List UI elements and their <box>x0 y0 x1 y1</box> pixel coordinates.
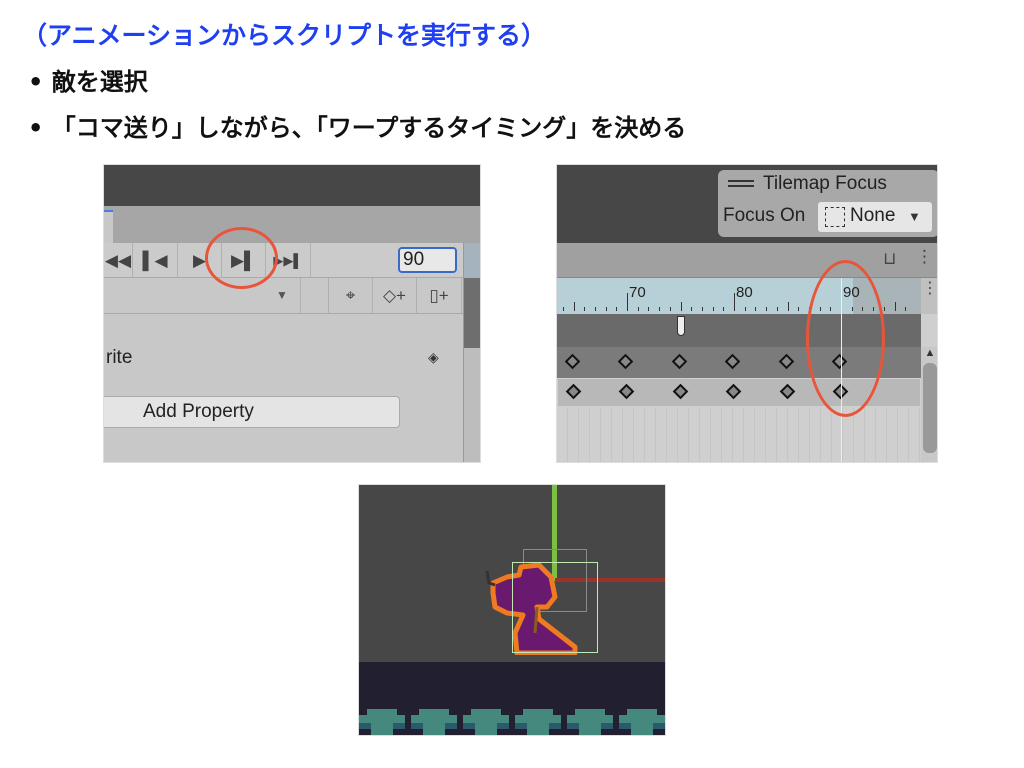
ruler-tick <box>627 293 628 311</box>
keyframe-diamond[interactable] <box>671 353 687 370</box>
ruler-tick <box>723 307 725 311</box>
focus-on-value: None <box>850 205 896 226</box>
crosshair-icon: ⌖ <box>345 285 356 305</box>
ruler-tick <box>798 307 800 311</box>
ruler-tick <box>573 302 575 311</box>
drag-handle-icon[interactable] <box>728 180 754 187</box>
highlight-circle <box>205 227 278 289</box>
ruler-tick <box>787 302 789 311</box>
keyframe-diamond[interactable] <box>617 353 634 370</box>
timeline-header: ⊔ ⋮ <box>557 243 937 278</box>
add-keyframe-button[interactable]: ◇+ <box>373 278 417 313</box>
add-keyframe-icon: ◇+ <box>382 285 406 305</box>
keyframe-diamond[interactable] <box>672 383 688 400</box>
ruler-tick <box>905 307 907 311</box>
clip-toolbar: ▼ ⌖ ◇+ ▯+ <box>104 278 464 314</box>
playback-toolbar: ◀◀ ▌◀ ▶ ▶▌ ▶▶▌ 90 <box>104 243 464 278</box>
keyframe-diamond[interactable] <box>778 353 794 370</box>
focus-on-label: Focus On <box>723 205 806 226</box>
ruler-tick <box>616 307 618 311</box>
tab-bar <box>104 206 480 243</box>
tilemap-focus-overlay: Tilemap Focus Focus On None ▼ <box>718 170 937 237</box>
ruler-options-icon[interactable]: ⋮ <box>921 278 937 314</box>
scroll-up-icon[interactable]: ▲ <box>921 347 937 359</box>
ruler-label: 70 <box>629 284 646 301</box>
previous-frame-button[interactable]: ▌◀ <box>133 243 178 278</box>
animation-tab[interactable] <box>104 210 113 243</box>
frame-input[interactable]: 90 <box>398 247 457 273</box>
animation-window: ◀◀ ▌◀ ▶ ▶▌ ▶▶▌ 90 ▼ ⌖ ◇+ ▯+ rite ◈ Add P… <box>103 164 481 463</box>
ruler-tick <box>659 307 661 311</box>
ruler-tick <box>701 307 703 311</box>
clip-dropdown-chevron-icon[interactable]: ▼ <box>276 288 288 302</box>
keyframe-diamond-icon[interactable]: ◈ <box>428 349 439 366</box>
ruler-tick <box>605 307 607 311</box>
ruler-tick <box>594 307 596 311</box>
slide-title: （アニメーションからスクリプトを実行する） <box>22 21 547 50</box>
bullet-frame-step: • 「コマ送り」しながら、「ワープするタイミング」を決める <box>28 114 687 142</box>
scene-view <box>358 484 666 736</box>
more-options-icon[interactable]: ⋮ <box>916 247 933 267</box>
title-bar <box>104 165 480 206</box>
keyframe-diamond[interactable] <box>565 383 581 400</box>
lock-icon[interactable]: ⊔ <box>883 249 896 269</box>
ruler-tick <box>734 293 735 311</box>
timeline-edge <box>463 243 480 462</box>
first-frame-button[interactable]: ◀◀ <box>104 243 133 278</box>
ground-tile <box>359 709 405 735</box>
ground-tile <box>515 709 561 735</box>
overlay-title: Tilemap Focus <box>763 173 887 194</box>
keyframe-diamond[interactable] <box>618 383 635 400</box>
ground-tile <box>567 709 613 735</box>
keyframe-diamond[interactable] <box>725 383 742 400</box>
keyframe-diamond[interactable] <box>564 353 580 370</box>
dopesheet-grid <box>557 407 921 462</box>
ruler-tick <box>562 307 564 311</box>
vertical-scrollbar[interactable]: ▲ <box>921 347 937 462</box>
add-event-button[interactable]: ▯+ <box>417 278 462 313</box>
ruler-tick <box>637 307 639 311</box>
focus-on-dropdown[interactable]: None ▼ <box>818 202 932 232</box>
first-frame-icon: ◀◀ <box>104 250 132 270</box>
focus-icon <box>825 207 845 227</box>
animation-event-marker[interactable] <box>676 316 685 336</box>
selection-box <box>512 562 598 653</box>
ruler-tick <box>766 307 768 311</box>
ruler-tick <box>648 307 650 311</box>
chevron-down-icon: ▼ <box>908 209 921 224</box>
scrollbar-thumb[interactable] <box>923 363 937 453</box>
ruler-tick <box>883 307 885 311</box>
ground-tile <box>619 709 665 735</box>
record-button[interactable] <box>300 278 329 313</box>
ruler-tick <box>894 302 896 311</box>
ruler-tick <box>669 307 671 311</box>
ruler-tick <box>691 307 693 311</box>
timeline-window: Tilemap Focus Focus On None ▼ ⊔ ⋮ 70 80 90… <box>556 164 938 463</box>
add-event-icon: ▯+ <box>429 285 449 305</box>
highlight-ellipse <box>806 260 885 417</box>
keyframe-diamond[interactable] <box>724 353 741 370</box>
preview-button[interactable]: ⌖ <box>329 278 373 313</box>
property-label: rite <box>106 347 133 368</box>
keyframe-diamond[interactable] <box>779 383 795 400</box>
ground-tile <box>411 709 457 735</box>
ground-tile <box>463 709 509 735</box>
ruler-tick <box>712 307 714 311</box>
play-icon: ▶ <box>192 250 207 270</box>
ruler-tick <box>680 302 682 311</box>
ruler-tick <box>755 307 757 311</box>
add-property-button[interactable]: Add Property <box>104 396 400 428</box>
ruler-label: 80 <box>736 284 753 301</box>
bullet-select-enemy: • 敵を選択 <box>28 68 148 96</box>
ruler-tick <box>584 307 586 311</box>
ruler-tick <box>744 307 746 311</box>
previous-frame-icon: ▌◀ <box>142 250 168 270</box>
ruler-tick <box>776 307 778 311</box>
